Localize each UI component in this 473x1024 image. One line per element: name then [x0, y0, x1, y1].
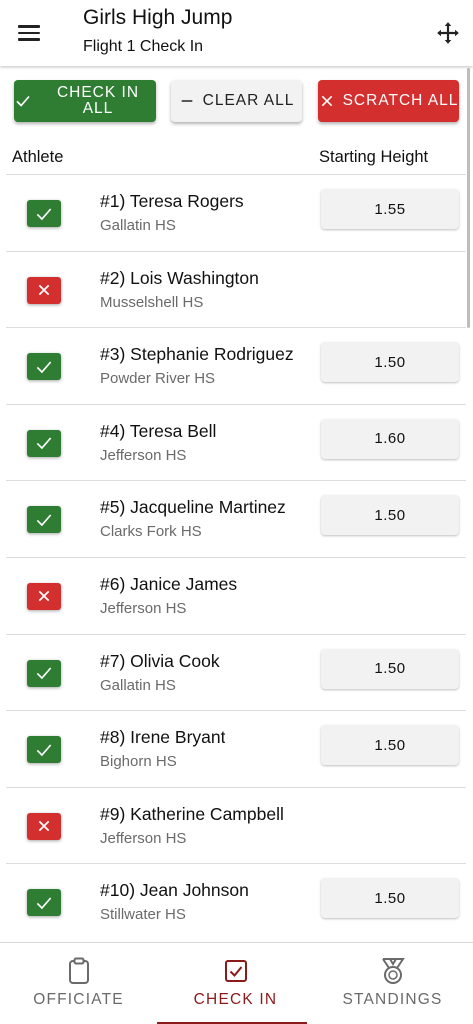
clear-all-button[interactable]: Clear All: [171, 80, 302, 122]
starting-height-column-header: Starting Height: [319, 148, 429, 166]
athlete-school: Gallatin HS: [100, 217, 176, 234]
tab-standings[interactable]: Standings: [314, 943, 471, 1024]
athlete-name: #10) Jean Johnson: [100, 880, 249, 901]
close-icon: [38, 284, 50, 296]
athlete-school: Clarks Fork HS: [100, 523, 202, 541]
dash-icon: [181, 100, 192, 102]
check-in-toggle[interactable]: [27, 582, 61, 610]
hamburger-icon: [18, 25, 40, 28]
check-icon: [36, 437, 52, 450]
starting-height-button[interactable]: 1.50: [321, 648, 459, 689]
athlete-school: Stillwater HS: [100, 906, 186, 924]
check-icon: [36, 207, 52, 220]
athlete-name: #6) Janice James: [100, 573, 238, 594]
check-in-toggle[interactable]: [27, 353, 61, 381]
athlete-school: Gallatin HS: [100, 676, 176, 694]
move-arrows-icon: [437, 22, 459, 44]
bottom-navigation: Officiate Check In Standings: [0, 942, 473, 1024]
athlete-name: #1) Teresa Rogers: [100, 191, 244, 211]
athlete-name: #8) Irene Bryant: [100, 727, 226, 748]
move-button[interactable]: [435, 20, 461, 46]
check-in-toggle[interactable]: [27, 736, 61, 764]
athlete-name: #4) Teresa Bell: [100, 420, 217, 441]
tab-officiate-label: Officiate: [33, 991, 124, 1008]
check-in-all-button[interactable]: Check In All: [14, 80, 156, 122]
page-subtitle: Flight 1 Check In: [83, 38, 204, 55]
athlete-row: #6) Janice James Jefferson HS: [6, 556, 466, 634]
check-icon: [36, 514, 52, 527]
check-in-toggle[interactable]: [27, 506, 61, 534]
athlete-row: #9) Katherine Campbell Jefferson HS: [6, 786, 466, 864]
athlete-school: Jefferson HS: [100, 446, 187, 464]
athlete-school: Bighorn HS: [100, 753, 177, 771]
athlete-school: Jefferson HS: [100, 829, 187, 847]
starting-height-button[interactable]: 1.55: [321, 189, 459, 229]
scratch-all-button[interactable]: Scratch All: [318, 80, 459, 122]
athlete-school: Musselshell HS: [100, 293, 204, 311]
athlete-name: #3) Stephanie Rodriguez: [100, 344, 294, 365]
check-in-toggle[interactable]: [27, 200, 61, 227]
athlete-row: #1) Teresa Rogers Gallatin HS 1.55: [6, 174, 466, 251]
tab-check-in-label: Check In: [193, 991, 278, 1008]
scratch-all-label: Scratch All: [342, 92, 459, 109]
checkbox-icon: [224, 960, 247, 982]
athlete-list: #1) Teresa Rogers Gallatin HS 1.55 #2) L…: [6, 174, 466, 940]
check-icon: [36, 897, 52, 910]
check-in-content[interactable]: Check In All Clear All Scratch All Athle…: [0, 66, 473, 942]
athlete-row: #7) Olivia Cook Gallatin HS 1.50: [6, 633, 466, 711]
check-icon: [36, 744, 52, 756]
bulk-actions: Check In All Clear All Scratch All: [0, 80, 473, 122]
app-header: Girls High Jump Flight 1 Check In: [0, 0, 473, 66]
page-title: Girls High Jump: [83, 6, 233, 29]
check-icon: [36, 667, 52, 680]
close-icon: [321, 95, 332, 107]
check-in-toggle[interactable]: [27, 429, 61, 457]
athlete-row: #8) Irene Bryant Bighorn HS 1.50: [6, 710, 466, 787]
starting-height-button[interactable]: 1.60: [321, 418, 459, 459]
athlete-school: Jefferson HS: [100, 599, 187, 617]
athlete-name: #5) Jacqueline Martinez: [100, 497, 286, 518]
check-in-all-label: Check In All: [56, 84, 140, 117]
athlete-row: #2) Lois Washington Musselshell HS: [6, 250, 466, 328]
close-icon: [38, 820, 50, 832]
check-in-toggle[interactable]: [27, 276, 61, 304]
athlete-row: #4) Teresa Bell Jefferson HS 1.60: [6, 403, 466, 481]
athlete-row: #5) Jacqueline Martinez Clarks Fork HS 1…: [6, 480, 466, 557]
clipboard-icon: [68, 957, 89, 984]
check-in-toggle[interactable]: [27, 659, 61, 687]
athlete-row: #3) Stephanie Rodriguez Powder River HS …: [6, 327, 466, 404]
athlete-name: #7) Olivia Cook: [100, 650, 220, 671]
clear-all-label: Clear All: [202, 92, 295, 109]
athlete-school: Powder River HS: [100, 370, 216, 388]
check-in-toggle[interactable]: [27, 889, 61, 917]
tab-officiate[interactable]: Officiate: [0, 943, 157, 1024]
medal-icon: [381, 958, 405, 984]
starting-height-button[interactable]: 1.50: [321, 878, 459, 919]
tab-check-in[interactable]: Check In: [157, 943, 314, 1024]
starting-height-button[interactable]: 1.50: [321, 495, 459, 536]
check-icon: [16, 95, 30, 107]
athlete-column-header: Athlete: [12, 148, 64, 166]
starting-height-button[interactable]: 1.50: [321, 725, 459, 766]
close-icon: [38, 591, 50, 602]
starting-height-button[interactable]: 1.50: [321, 342, 459, 383]
athlete-row: #10) Jean Johnson Stillwater HS 1.50: [6, 863, 466, 940]
menu-button[interactable]: [18, 18, 48, 48]
athlete-name: #2) Lois Washington: [100, 267, 259, 288]
check-icon: [36, 361, 52, 373]
tab-standings-label: Standings: [342, 991, 443, 1008]
athlete-name: #9) Katherine Campbell: [100, 803, 284, 824]
check-in-toggle[interactable]: [27, 812, 61, 840]
